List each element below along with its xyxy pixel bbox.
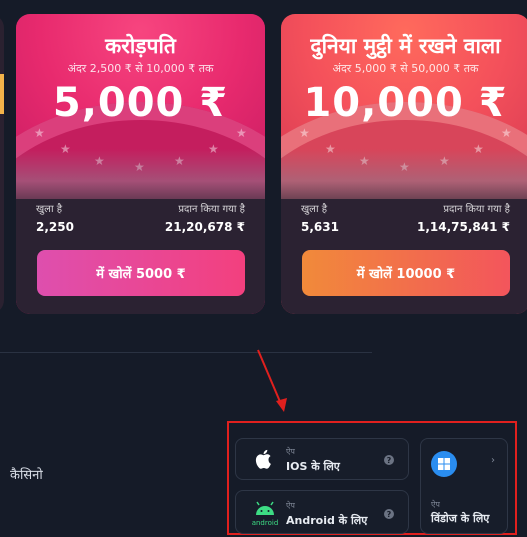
given-label: प्रदान किया गया है <box>178 204 245 215</box>
opened-label: खुला है <box>36 204 63 215</box>
app-pre-label: ऐप <box>286 501 295 510</box>
card-title: दुनिया मुट्ठी में रखने वाला <box>310 34 501 58</box>
help-icon[interactable]: ? <box>384 509 394 519</box>
app-pre-label: ऐप <box>286 447 295 456</box>
opened-value: 2,250 <box>36 220 74 234</box>
android-icon-text: android <box>251 519 279 527</box>
open-case-button[interactable]: में खोलें 5000 ₹ <box>37 250 245 296</box>
given-value: 21,20,678 ₹ <box>164 220 245 234</box>
previous-card-edge <box>0 14 4 314</box>
case-card-crorepati[interactable]: ★ ★ ★ ★ ★ ★ ★ करोड़पति अंदर 2,500 ₹ से 1… <box>16 14 265 314</box>
help-icon[interactable]: ? <box>384 455 394 465</box>
card-subtitle: अंदर 5,000 ₹ से 50,000 ₹ तक <box>332 62 479 75</box>
section-divider <box>0 352 372 353</box>
footer-casino-label[interactable]: कैसिनो <box>10 465 43 483</box>
open-case-button[interactable]: में खोलें 10000 ₹ <box>302 250 510 296</box>
given-label: प्रदान किया गया है <box>443 204 510 215</box>
chevron-right-icon: › <box>491 455 495 466</box>
android-icon: android <box>250 497 280 529</box>
android-app-button[interactable]: android ऐप Android के लिए ? <box>235 490 409 534</box>
windows-app-button[interactable]: › ऐप विंडोज के लिए <box>420 438 508 534</box>
given-value: 1,14,75,841 ₹ <box>417 220 510 234</box>
ios-label: IOS के लिए <box>286 460 340 473</box>
case-card-world-in-fist[interactable]: ★ ★ ★ ★ ★ ★ ★ दुनिया मुट्ठी में रखने वाल… <box>281 14 527 314</box>
card-title: करोड़पति <box>105 34 176 58</box>
opened-value: 5,631 <box>301 220 339 234</box>
windows-icon <box>431 451 457 477</box>
apple-icon <box>254 448 274 474</box>
card-amount: 10,000 ₹ <box>303 80 508 126</box>
star-icon: ★ <box>236 126 247 140</box>
card-amount: 5,000 ₹ <box>52 80 229 126</box>
star-icon: ★ <box>299 126 310 140</box>
windows-label: विंडोज के लिए <box>431 512 490 525</box>
android-label: Android के लिए <box>286 514 368 527</box>
star-icon: ★ <box>34 126 45 140</box>
app-pre-label: ऐप <box>431 500 440 509</box>
opened-label: खुला है <box>301 204 328 215</box>
star-icon: ★ <box>501 126 512 140</box>
card-subtitle: अंदर 2,500 ₹ से 10,000 ₹ तक <box>67 62 214 75</box>
ios-app-button[interactable]: ऐप IOS के लिए ? <box>235 438 409 480</box>
